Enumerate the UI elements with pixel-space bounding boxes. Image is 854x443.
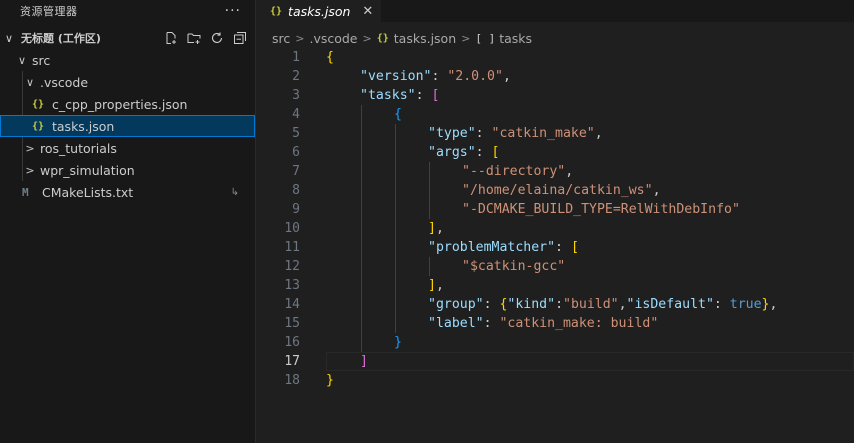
refresh-icon[interactable] — [210, 31, 224, 45]
chevron-down-icon: ∨ — [5, 31, 14, 45]
line-number: 8 — [292, 183, 300, 198]
tab-bar: {} tasks.json ✕ — [256, 0, 854, 22]
code-line: 8 "/home/elaina/catkin_ws", — [256, 181, 854, 200]
breadcrumb-item-tasks-json[interactable]: tasks.json — [394, 31, 456, 46]
tree-item-label: src — [32, 52, 51, 68]
tree-item-ros-tutorials[interactable]: > ros_tutorials — [0, 137, 255, 159]
collapse-all-icon[interactable] — [233, 31, 247, 45]
json-file-icon: {} — [376, 32, 389, 44]
tree-item-vscode[interactable]: ∨ .vscode — [0, 71, 255, 93]
line-number: 5 — [292, 126, 300, 141]
editor-area: {} tasks.json ✕ src > .vscode > {} tasks… — [256, 0, 854, 443]
line-number: 6 — [292, 145, 300, 160]
workspace-row[interactable]: ∨ 无标题 (工作区) — [0, 27, 255, 49]
code-line: 3 "tasks": [ — [256, 86, 854, 105]
line-number: 9 — [292, 202, 300, 217]
code-line: 4 { — [256, 105, 854, 124]
tab-tasks-json[interactable]: {} tasks.json ✕ — [256, 0, 382, 22]
workspace-name: 无标题 (工作区) — [21, 32, 101, 45]
line-number: 3 — [292, 88, 300, 103]
line-number: 17 — [284, 354, 300, 369]
chevron-right-icon: > — [295, 31, 305, 45]
new-file-icon[interactable] — [164, 31, 178, 45]
breadcrumb: src > .vscode > {} tasks.json > [ ] task… — [256, 27, 854, 49]
line-number: 2 — [292, 69, 300, 84]
symlink-icon: ↳ — [230, 186, 239, 198]
tree-item-label: c_cpp_properties.json — [52, 96, 188, 112]
code-line: 15 "label": "catkin_make: build" — [256, 314, 854, 333]
breadcrumb-item-src[interactable]: src — [272, 31, 290, 46]
code-line: 10 ], — [256, 219, 854, 238]
tree-item-label: tasks.json — [52, 118, 115, 134]
code-line: 17 ] — [256, 352, 854, 371]
explorer-sidebar: 资源管理器 ··· ∨ 无标题 (工作区) ∨ src ∨ .vscode {}… — [0, 0, 256, 443]
line-number: 14 — [284, 297, 300, 312]
code-line: 12 "$catkin-gcc" — [256, 257, 854, 276]
tree-item-cmakelists[interactable]: M CMakeLists.txt ↳ — [0, 181, 255, 203]
tree-item-c-cpp-properties[interactable]: {} c_cpp_properties.json — [0, 93, 255, 115]
code-line: 5 "type": "catkin_make", — [256, 124, 854, 143]
workspace-actions — [164, 31, 247, 45]
code-line: 9 "-DCMAKE_BUILD_TYPE=RelWithDebInfo" — [256, 200, 854, 219]
code-line: 11 "problemMatcher": [ — [256, 238, 854, 257]
line-number: 4 — [292, 107, 300, 122]
line-number: 10 — [284, 221, 300, 236]
tree-item-label: CMakeLists.txt — [42, 184, 134, 200]
line-number: 13 — [284, 278, 300, 293]
code-line: 13 ], — [256, 276, 854, 295]
tree-item-tasks-json[interactable]: {} tasks.json — [0, 115, 255, 137]
chevron-right-icon: > — [25, 141, 35, 155]
line-number: 1 — [292, 50, 300, 65]
more-actions-icon[interactable]: ··· — [225, 3, 241, 19]
json-file-icon: {} — [32, 98, 45, 110]
array-symbol-icon: [ ] — [475, 31, 496, 45]
line-number: 18 — [284, 373, 300, 388]
tree-item-label: ros_tutorials — [40, 140, 117, 156]
line-number: 12 — [284, 259, 300, 274]
tree-item-label: .vscode — [40, 74, 89, 90]
breadcrumb-item-vscode[interactable]: .vscode — [309, 31, 357, 46]
code-line: 2 "version": "2.0.0", — [256, 67, 854, 86]
breadcrumb-item-tasks[interactable]: tasks — [499, 31, 532, 46]
tab-label: tasks.json — [288, 3, 351, 19]
chevron-right-icon: > — [25, 163, 35, 177]
code-line: 7 "--directory", — [256, 162, 854, 181]
line-number: 11 — [284, 240, 300, 255]
code-line: 18 } — [256, 371, 854, 390]
explorer-header: 资源管理器 ··· — [0, 0, 255, 22]
tree-item-src[interactable]: ∨ src — [0, 49, 255, 71]
code-line: 1 { — [256, 48, 854, 67]
tree-item-wpr-simulation[interactable]: > wpr_simulation — [0, 159, 255, 181]
json-file-icon: {} — [32, 120, 45, 132]
chevron-right-icon: > — [362, 31, 372, 45]
code-line: 16 } — [256, 333, 854, 352]
cmake-file-icon: M — [22, 185, 29, 199]
json-file-icon: {} — [270, 5, 283, 17]
code-line: 14 "group": {"kind":"build","isDefault":… — [256, 295, 854, 314]
tree-item-label: wpr_simulation — [40, 162, 135, 178]
new-folder-icon[interactable] — [187, 31, 201, 45]
chevron-down-icon: ∨ — [25, 75, 35, 89]
chevron-down-icon: ∨ — [17, 53, 27, 67]
line-number: 15 — [284, 316, 300, 331]
code-line: 6 "args": [ — [256, 143, 854, 162]
chevron-right-icon: > — [461, 31, 471, 45]
line-number: 7 — [292, 164, 300, 179]
explorer-title: 资源管理器 — [20, 5, 78, 18]
close-icon[interactable]: ✕ — [362, 4, 373, 19]
line-number: 16 — [284, 335, 300, 350]
